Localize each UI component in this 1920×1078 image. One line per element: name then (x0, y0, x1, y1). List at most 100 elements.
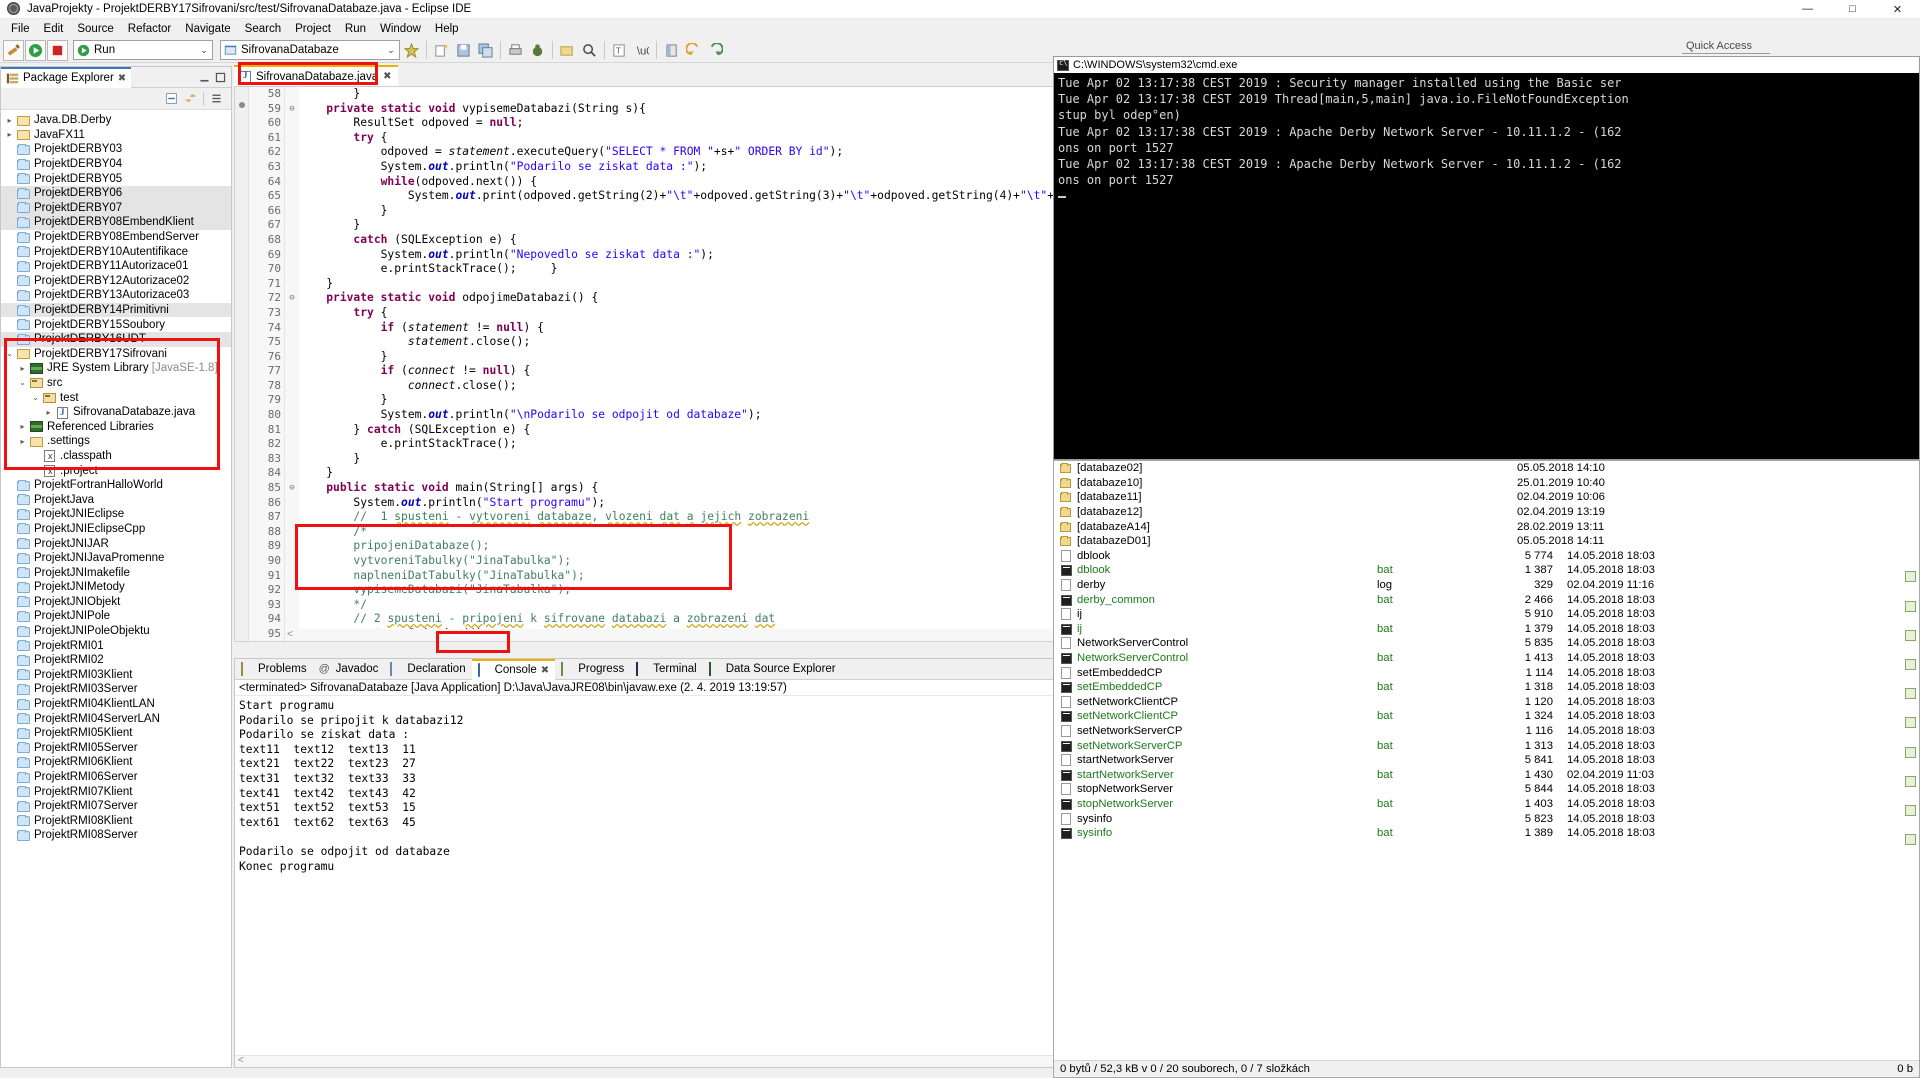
file-list-row[interactable]: sysinfobat1 38914.05.2018 18:03 (1054, 826, 1919, 841)
file-list-row[interactable]: dblook5 77414.05.2018 18:03 (1054, 549, 1919, 564)
fold-toggle[interactable] (285, 510, 299, 525)
fold-toggle[interactable] (285, 437, 299, 452)
file-list-row[interactable]: setNetworkServerCP1 11614.05.2018 18:03 (1054, 724, 1919, 739)
tree-item[interactable]: ProjektRMI04KlientLAN (1, 697, 231, 712)
file-manager-panel[interactable]: [databaze02]05.05.2018 14:10[databaze10]… (1053, 460, 1920, 1078)
tree-item[interactable]: ProjektDERBY15Soubory (1, 317, 231, 332)
close-icon[interactable]: ✖ (118, 73, 126, 84)
fold-toggle[interactable] (285, 87, 299, 102)
fold-toggle[interactable] (285, 408, 299, 423)
tree-item[interactable]: ProjektDERBY08EmbendKlient (1, 215, 231, 230)
tree-item[interactable]: ProjektRMI03Klient (1, 668, 231, 683)
tree-item[interactable]: ProjektDERBY05 (1, 171, 231, 186)
fold-toggle[interactable] (285, 379, 299, 394)
fold-toggle[interactable] (285, 496, 299, 511)
fold-toggle[interactable]: ⊖ (285, 481, 299, 496)
tree-item[interactable]: ▸Referenced Libraries (1, 419, 231, 434)
fold-toggle[interactable]: ⊖ (285, 291, 299, 306)
tree-item[interactable]: ProjektRMI08Klient (1, 814, 231, 829)
debug-icon[interactable] (527, 40, 548, 61)
tree-item[interactable]: ▸Java.DB.Derby (1, 113, 231, 128)
tree-item[interactable]: .project (1, 463, 231, 478)
tree-item[interactable]: ProjektJNIJAR (1, 536, 231, 551)
tree-item[interactable]: ProjektDERBY16UDT (1, 332, 231, 347)
external-tools-icon[interactable] (401, 40, 422, 61)
maximize-button[interactable]: □ (1830, 0, 1875, 19)
fold-toggle[interactable] (285, 218, 299, 233)
tree-item[interactable]: ProjektJNIPoleObjektu (1, 624, 231, 639)
file-list-row[interactable]: stopNetworkServerbat1 40314.05.2018 18:0… (1054, 797, 1919, 812)
forward-navigation-icon[interactable] (705, 40, 726, 61)
file-list-row[interactable]: derby_commonbat2 46614.05.2018 18:03 (1054, 592, 1919, 607)
paragraph-icon[interactable]: \u00b6 (631, 40, 652, 61)
print-icon[interactable] (505, 40, 526, 61)
tree-item[interactable]: ProjektRMI05Klient (1, 726, 231, 741)
tree-item[interactable]: ▸.settings (1, 434, 231, 449)
tree-item[interactable]: ProjektJava (1, 492, 231, 507)
file-list[interactable]: [databaze02]05.05.2018 14:10[databaze10]… (1054, 461, 1919, 840)
minimize-button[interactable]: — (1785, 0, 1830, 19)
tree-item[interactable]: ProjektDERBY07 (1, 201, 231, 216)
minimize-view-icon[interactable] (198, 71, 211, 84)
file-list-row[interactable]: ijbat1 37914.05.2018 18:03 (1054, 622, 1919, 637)
expand-arrow-icon[interactable]: ▸ (16, 364, 29, 373)
new-wizard-icon[interactable] (3, 40, 24, 61)
file-list-row[interactable]: setNetworkServerCPbat1 31314.05.2018 18:… (1054, 738, 1919, 753)
maximize-view-icon[interactable] (214, 71, 227, 84)
project-tree[interactable]: ▸Java.DB.Derby▸JavaFX11ProjektDERBY03Pro… (1, 110, 231, 1065)
menu-item-refactor[interactable]: Refactor (121, 21, 178, 37)
menu-item-search[interactable]: Search (238, 21, 288, 37)
file-list-row[interactable]: setNetworkClientCP1 12014.05.2018 18:03 (1054, 695, 1919, 710)
tab-package-explorer[interactable]: Package Explorer ✖ (1, 67, 131, 88)
new-folder-icon[interactable] (557, 40, 578, 61)
fold-toggle[interactable] (285, 233, 299, 248)
menu-item-file[interactable]: File (4, 21, 37, 37)
fold-toggle[interactable] (285, 175, 299, 190)
tab-data-source-explorer[interactable]: Data Source Explorer (703, 659, 842, 680)
tree-item[interactable]: ProjektJNIPole (1, 609, 231, 624)
tree-item[interactable]: ▸JavaFX11 (1, 128, 231, 143)
fold-toggle[interactable] (285, 189, 299, 204)
menu-item-window[interactable]: Window (373, 21, 428, 37)
tree-item[interactable]: ProjektJNIEclipseCpp (1, 522, 231, 537)
expand-arrow-icon[interactable]: ▸ (3, 130, 16, 139)
menu-item-edit[interactable]: Edit (37, 21, 71, 37)
expand-arrow-icon[interactable]: ▸ (16, 422, 29, 431)
tree-item[interactable]: ProjektRMI01 (1, 638, 231, 653)
collapse-all-icon[interactable] (165, 92, 178, 105)
file-list-row[interactable]: setEmbeddedCPbat1 31814.05.2018 18:03 (1054, 680, 1919, 695)
save-all-icon[interactable] (475, 40, 496, 61)
link-with-editor-icon[interactable] (184, 92, 197, 105)
fold-toggle[interactable] (285, 145, 299, 160)
menu-item-navigate[interactable]: Navigate (178, 21, 237, 37)
fold-toggle[interactable] (285, 423, 299, 438)
expand-arrow-icon[interactable]: ⌄ (16, 378, 29, 387)
launch-target-combo[interactable]: SifrovanaDatabaze ⌄ (220, 40, 400, 60)
search-icon[interactable] (579, 40, 600, 61)
tree-item[interactable]: ProjektDERBY06 (1, 186, 231, 201)
fold-toggle[interactable] (285, 306, 299, 321)
fold-toggle[interactable] (285, 554, 299, 569)
tree-item[interactable]: ProjektRMI08Server (1, 828, 231, 843)
tree-item[interactable]: ProjektDERBY10Autentifikace (1, 244, 231, 259)
scroll-left-icon-2[interactable]: < (238, 1055, 244, 1066)
tree-item[interactable]: ▸JRE System Library [JavaSE-1.8] (1, 361, 231, 376)
expand-arrow-icon[interactable]: ⌄ (29, 393, 42, 402)
fold-toggle[interactable] (285, 525, 299, 540)
tree-item[interactable]: ProjektRMI02 (1, 653, 231, 668)
tree-item[interactable]: ⌄ProjektDERBY17Sifrovani (1, 347, 231, 362)
file-list-row[interactable]: setEmbeddedCP1 11414.05.2018 18:03 (1054, 665, 1919, 680)
folding-ruler[interactable]: ⊖ ⊖ ⊖ (285, 87, 299, 641)
run-configuration-combo[interactable]: Run ⌄ (73, 40, 213, 60)
tree-item[interactable]: ProjektRMI05Server (1, 741, 231, 756)
fold-toggle[interactable] (285, 452, 299, 467)
fold-toggle[interactable] (285, 262, 299, 277)
fold-toggle[interactable] (285, 612, 299, 627)
open-type-icon[interactable]: T (609, 40, 630, 61)
back-navigation-icon[interactable] (683, 40, 704, 61)
close-icon[interactable]: ✖ (541, 665, 549, 676)
file-list-row[interactable]: sysinfo5 82314.05.2018 18:03 (1054, 811, 1919, 826)
fold-toggle[interactable]: ⊖ (285, 102, 299, 117)
close-icon[interactable]: ✖ (383, 71, 391, 82)
file-list-row[interactable]: ij5 91014.05.2018 18:03 (1054, 607, 1919, 622)
